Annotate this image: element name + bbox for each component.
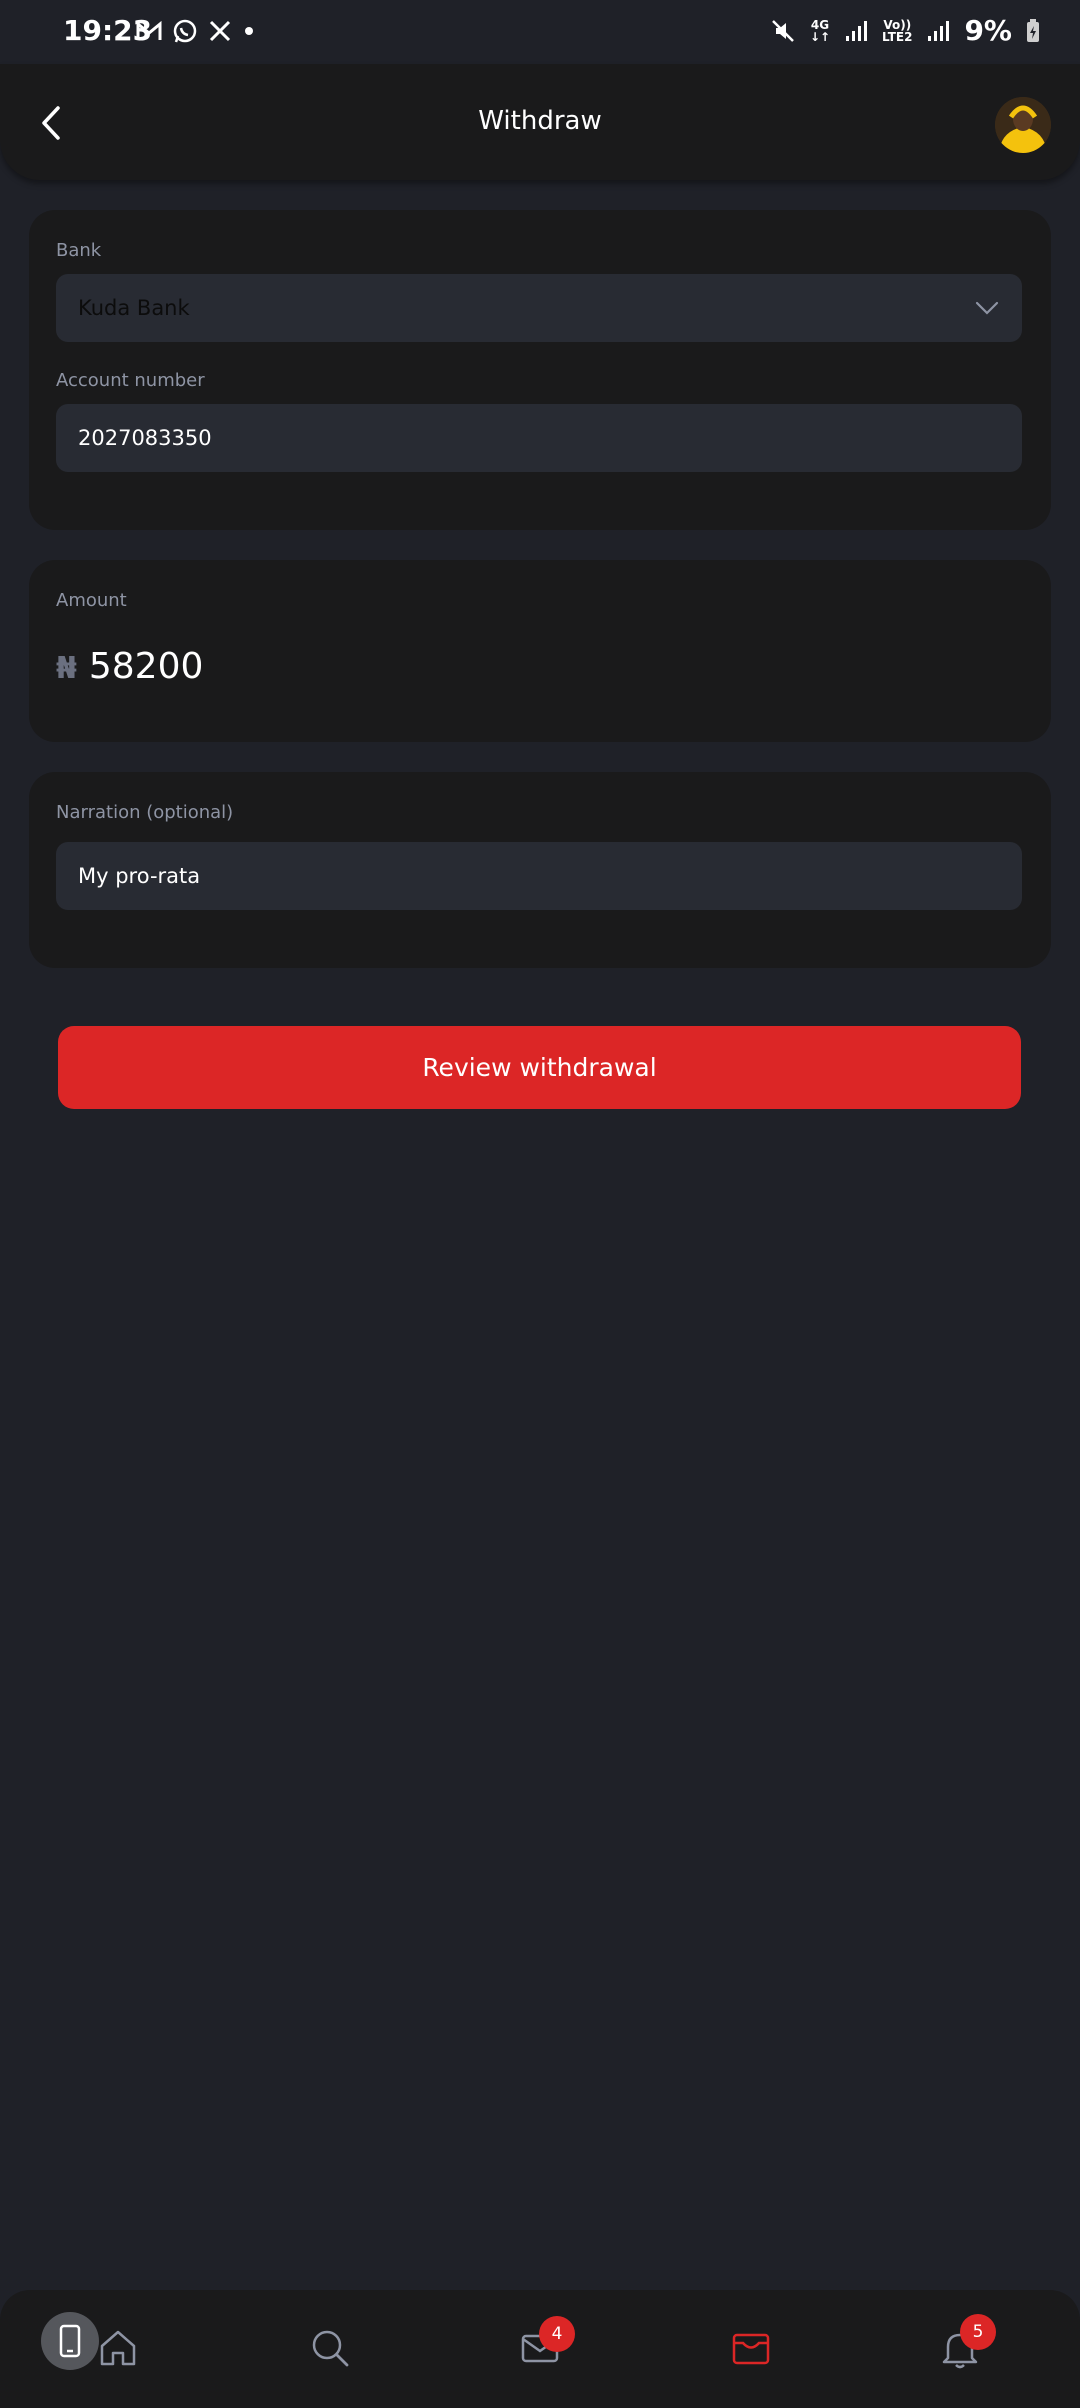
notifications-badge: 5 [960,2314,996,2350]
phone-icon [59,2324,81,2358]
bank-label: Bank [56,240,102,261]
page-title: Withdraw [478,106,602,136]
whatsapp-icon [173,19,197,43]
account-number-field[interactable]: 2027083350 [56,404,1022,472]
bank-details-card: Bank Kuda Bank Account number 2027083350 [29,210,1051,530]
status-bar: 19:23 4G ↓↑ Vo)) LTE2 9% [0,0,1080,66]
battery-level: 9% [964,14,1012,47]
bottom-navigation: 4 5 [0,2290,1080,2408]
nav-home[interactable] [96,2326,140,2370]
naira-currency-symbol: ₦ [56,651,77,686]
x-icon [209,20,231,42]
amount-value: 58200 [88,646,204,687]
wallet-icon [732,2333,770,2365]
narration-card: Narration (optional) My pro-rata [29,772,1051,968]
nav-wallet[interactable] [729,2326,773,2370]
narration-value: My pro-rata [78,864,201,888]
avatar[interactable] [995,97,1051,153]
battery-charging-icon [1027,18,1039,42]
status-system-icons: 4G ↓↑ Vo)) LTE2 9% [770,14,1040,47]
profile-photo [995,97,1051,153]
chevron-down-icon [975,301,999,315]
amount-card: Amount ₦ 58200 [29,560,1051,742]
status-notification-icons [136,18,256,44]
network-4g-indicator: 4G ↓↑ [809,17,831,44]
narration-field[interactable]: My pro-rata [56,842,1022,910]
phone-button[interactable] [41,2312,99,2370]
home-icon [100,2330,136,2366]
app-header: Withdraw [0,64,1080,180]
dot-icon [245,27,253,35]
nav-search[interactable] [308,2326,352,2370]
amount-label: Amount [56,590,127,611]
mute-icon [772,19,794,42]
bank-select-value: Kuda Bank [78,296,190,320]
amount-input[interactable]: ₦ 58200 [56,646,203,687]
signal-icon [846,20,868,41]
messages-badge: 4 [539,2316,575,2352]
narration-label: Narration (optional) [56,802,234,823]
search-icon [312,2330,349,2367]
account-number-value: 2027083350 [78,426,212,450]
bank-select[interactable]: Kuda Bank [56,274,1022,342]
volte-indicator: Vo)) LTE2 [882,17,913,44]
review-withdrawal-button[interactable]: Review withdrawal [58,1026,1021,1109]
signal-icon-2 [928,20,950,41]
gmail-icon [136,20,162,40]
account-number-label: Account number [56,370,205,391]
